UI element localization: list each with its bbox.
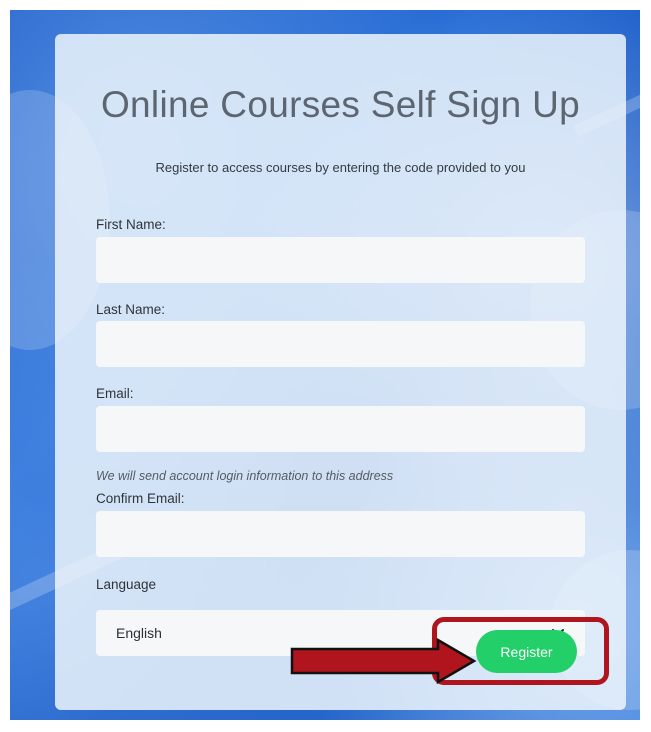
first-name-label: First Name: (96, 217, 166, 232)
language-label: Language (96, 577, 157, 592)
page-subtitle: Register to access courses by entering t… (155, 160, 526, 175)
page-title: Online Courses Self Sign Up (100, 84, 581, 125)
confirm-email-input[interactable] (96, 511, 585, 557)
signup-form-card: Online Courses Self Sign Up Register to … (55, 34, 626, 710)
first-name-input[interactable] (96, 237, 585, 283)
register-button[interactable]: Register (476, 630, 577, 673)
last-name-label: Last Name: (96, 302, 166, 317)
last-name-input[interactable] (96, 321, 585, 367)
confirm-email-label: Confirm Email: (96, 491, 185, 506)
language-selected-value: English (116, 625, 162, 641)
background-image: Online Courses Self Sign Up Register to … (10, 10, 640, 720)
email-hint: We will send account login information t… (96, 469, 394, 483)
email-label: Email: (96, 386, 134, 401)
email-input[interactable] (96, 406, 585, 452)
